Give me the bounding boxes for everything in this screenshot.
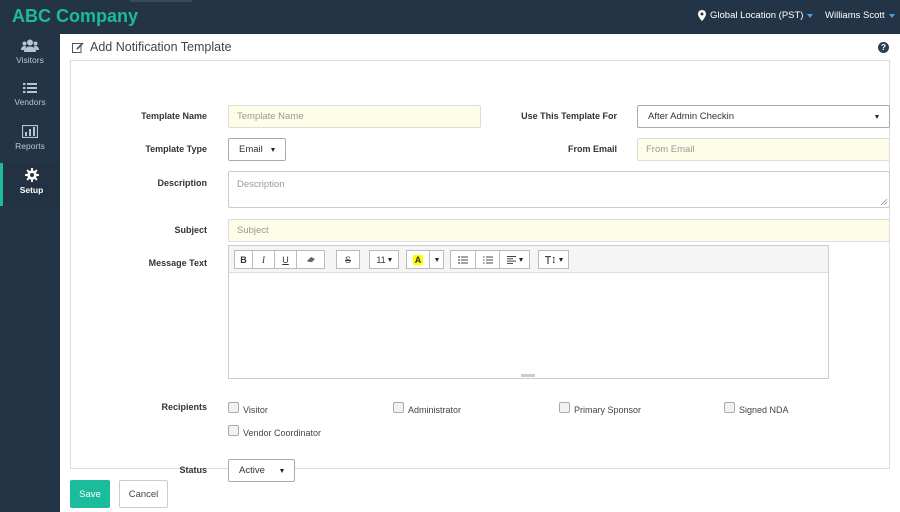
use-for-label: Use This Template For [521,111,617,121]
administrator-checkbox-label: Administrator [408,405,462,415]
line-height-dropdown[interactable] [538,250,569,269]
chevron-down-icon [807,13,814,18]
from-email-input[interactable]: From Email [637,138,890,161]
message-text-label: Message Text [148,258,207,268]
sidebar-item-setup[interactable]: Setup [0,163,60,206]
bar-chart-icon [22,125,38,138]
align-left-icon [506,255,516,264]
users-icon [21,39,39,52]
paragraph-align-dropdown[interactable] [500,250,530,269]
status-label: Status [179,465,207,475]
status-value: Active [239,465,265,476]
sidebar: Visitors Vendors Reports Setup [0,34,60,512]
user-name: Williams Scott [825,10,885,21]
eraser-icon [306,257,315,262]
primary-sponsor-checkbox[interactable] [559,402,570,413]
sidebar-item-label: Visitors [16,55,44,65]
visitor-checkbox-label: Visitor [243,405,268,415]
resize-handle-icon [881,199,887,205]
page-title-text: Add Notification Template [90,40,232,54]
sidebar-item-reports[interactable]: Reports [0,120,60,163]
numbered-list-icon [482,256,493,263]
sidebar-item-label: Setup [19,185,44,195]
status-select[interactable]: Active [228,459,295,482]
help-icon[interactable]: ? [878,42,889,53]
location-dropdown[interactable]: Global Location (PST) [698,10,814,21]
underline-button[interactable]: U [275,250,297,269]
highlight-letter: A [412,254,424,265]
chevron-down-icon [434,257,439,262]
edit-icon [72,41,84,53]
signed-nda-checkbox-label: Signed NDA [739,405,789,415]
editor-toolbar: B I U S 11 A [229,246,828,273]
primary-sponsor-checkbox-label: Primary Sponsor [574,405,642,415]
template-type-label: Template Type [145,144,207,154]
template-type-select[interactable]: Email [228,138,286,161]
chevron-down-icon [888,13,895,18]
message-editor[interactable]: B I U S 11 A [228,245,829,379]
recipients-label: Recipients [161,402,207,412]
text-color-button[interactable]: A [406,250,430,269]
use-for-select[interactable]: After Admin Checkin [637,105,890,128]
description-label: Description [157,178,207,188]
text-height-icon [544,255,555,264]
unordered-list-button[interactable] [450,250,476,269]
signed-nda-checkbox[interactable] [724,402,735,413]
administrator-checkbox[interactable] [393,402,404,413]
description-placeholder: Description [237,179,285,190]
from-email-label: From Email [567,144,617,154]
use-for-value: After Admin Checkin [648,111,735,122]
sidebar-item-label: Vendors [14,97,46,107]
dropdown-arrow-icon [271,147,275,152]
cancel-button[interactable]: Cancel [119,480,168,508]
clear-format-button[interactable] [297,250,325,269]
dropdown-arrow-icon [280,468,284,473]
template-name-label: Template Name [141,111,207,121]
bold-button[interactable]: B [234,250,253,269]
subject-label: Subject [174,225,207,235]
list-icon [23,83,37,93]
chevron-down-icon [387,257,392,262]
sidebar-item-vendors[interactable]: Vendors [0,77,60,120]
navbar-divider [130,0,192,2]
sidebar-item-visitors[interactable]: Visitors [0,34,60,77]
vendor-coordinator-checkbox-label: Vendor Coordinator [243,428,322,438]
page-title: Add Notification Template [72,40,232,54]
description-textarea[interactable]: Description [228,171,890,208]
location-label: Global Location (PST) [710,10,804,21]
dropdown-arrow-icon [875,114,879,119]
template-name-input[interactable]: Template Name [228,105,481,128]
main-content: Add Notification Template ? Template Nam… [60,34,900,512]
top-navbar: ABC Company Global Location (PST) Willia… [0,0,900,34]
italic-button[interactable]: I [253,250,275,269]
font-size-dropdown[interactable]: 11 [369,250,399,269]
editor-body[interactable] [229,273,828,378]
editor-resize-handle[interactable] [521,374,535,377]
font-size-value: 11 [376,254,386,265]
save-button[interactable]: Save [70,480,110,508]
user-menu[interactable]: Williams Scott [825,10,895,21]
visitor-checkbox[interactable] [228,402,239,413]
bullet-list-icon [458,255,468,264]
sidebar-item-label: Reports [15,141,45,151]
brand-logo[interactable]: ABC Company [12,6,138,27]
template-type-value: Email [239,144,263,155]
chevron-down-icon [558,257,563,262]
ordered-list-button[interactable] [476,250,500,269]
strikethrough-button[interactable]: S [336,250,360,269]
vendor-coordinator-checkbox[interactable] [228,425,239,436]
map-pin-icon [698,10,706,21]
form-card: Template Name Template Name Use This Tem… [70,60,890,482]
chevron-down-icon [518,257,523,262]
subject-input[interactable]: Subject [228,219,890,242]
text-color-dropdown[interactable] [430,250,444,269]
gear-icon [24,168,39,182]
